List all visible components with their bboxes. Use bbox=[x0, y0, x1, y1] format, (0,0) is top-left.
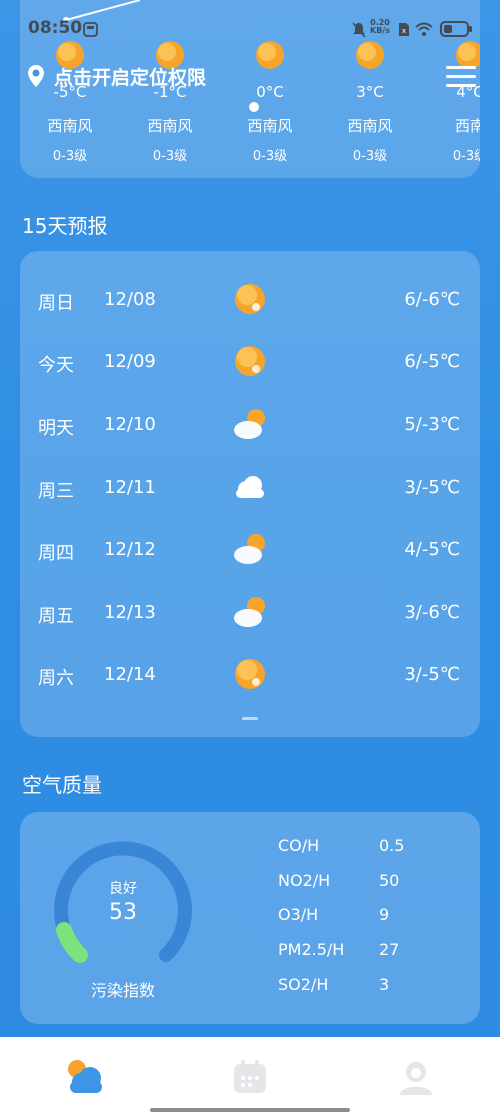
aqi-caption: 污染指数 bbox=[90, 981, 155, 1000]
hour-wind: 西南 bbox=[454, 117, 480, 135]
sun-icon bbox=[235, 284, 265, 314]
aq-metric-row: NO2/H 50 bbox=[278, 871, 478, 895]
menu-icon-line bbox=[446, 75, 476, 78]
partly-cloudy-icon bbox=[234, 597, 265, 627]
menu-button[interactable] bbox=[446, 66, 476, 88]
hour-wind-level: 0-3级 bbox=[152, 149, 188, 164]
nav-profile[interactable] bbox=[396, 1057, 436, 1097]
hour-wind-level: 0-3级 bbox=[352, 149, 388, 164]
hour-wind: 西南风 bbox=[147, 117, 193, 135]
calendar-icon bbox=[234, 1060, 266, 1093]
forecast-temp-range: 3/-6℃ bbox=[404, 602, 460, 623]
forecast-temp-range: 5/-3℃ bbox=[404, 414, 460, 435]
location-label: 点击开启定位权限 bbox=[54, 66, 207, 89]
forecast-temp-range: 3/-5℃ bbox=[404, 664, 460, 685]
aq-metric-value: 0.5 bbox=[379, 836, 405, 855]
profile-icon bbox=[400, 1062, 432, 1095]
forecast-day: 周五 bbox=[38, 606, 74, 627]
forecast-day: 周四 bbox=[38, 543, 74, 564]
hour-wind: 西南风 bbox=[247, 117, 293, 135]
hour-wind: 西南风 bbox=[347, 117, 393, 135]
menu-icon bbox=[446, 66, 476, 69]
aq-metric-name: NO2/H bbox=[278, 871, 331, 890]
aq-metric-value: 50 bbox=[379, 871, 400, 890]
forecast-date: 12/10 bbox=[104, 414, 156, 435]
forecast-date: 12/08 bbox=[104, 289, 156, 310]
forecast-date: 12/14 bbox=[104, 664, 156, 685]
aq-metric-value: 3 bbox=[379, 975, 390, 994]
hour-temp: 0°C bbox=[256, 83, 284, 101]
forecast-day: 明天 bbox=[38, 418, 74, 439]
sun-icon bbox=[235, 659, 265, 689]
aq-metric-name: CO/H bbox=[278, 836, 320, 855]
menu-icon-line bbox=[446, 84, 476, 87]
hour-wind-level: 0-3级 bbox=[52, 149, 88, 164]
aq-metric-row: SO2/H 3 bbox=[278, 975, 478, 999]
air-quality-card: 良好 53 污染指数 CO/H 0.5 NO2/H 50 O3/H 9 PM2.… bbox=[20, 812, 480, 1024]
air-quality-title: 空气质量 bbox=[22, 773, 102, 797]
forecast-day: 周六 bbox=[38, 668, 74, 689]
aqi-value: 53 bbox=[109, 900, 137, 925]
aq-metric-name: PM2.5/H bbox=[278, 940, 345, 959]
partly-cloudy-icon bbox=[234, 534, 265, 564]
forecast-row: 周三 12/11 3/-5℃ bbox=[20, 467, 480, 507]
sun-icon bbox=[235, 346, 265, 376]
hour-wind-level: 0-3级 bbox=[252, 149, 288, 164]
forecast-temp-range: 3/-5℃ bbox=[404, 477, 460, 498]
sun-icon bbox=[256, 41, 284, 69]
forecast-temp-range: 6/-5℃ bbox=[404, 351, 460, 372]
forecast-row: 周五 12/13 3/-6℃ bbox=[20, 592, 480, 632]
forecast-title: 15天预报 bbox=[22, 214, 108, 238]
cloud-icon bbox=[236, 476, 264, 498]
location-permission-link[interactable]: 点击开启定位权限 bbox=[26, 62, 206, 90]
aq-metric-row: O3/H 9 bbox=[278, 905, 478, 929]
forecast-card[interactable]: 周日 12/08 6/-6℃ 今天 12/09 6/-5℃ 明天 12/10 5… bbox=[20, 251, 480, 737]
aq-metric-row: CO/H 0.5 bbox=[278, 836, 478, 860]
aq-metric-name: O3/H bbox=[278, 905, 319, 924]
forecast-day: 周三 bbox=[38, 481, 74, 502]
aq-metric-name: SO2/H bbox=[278, 975, 329, 994]
forecast-date: 12/13 bbox=[104, 602, 156, 623]
forecast-date: 12/12 bbox=[104, 539, 156, 560]
partly-cloudy-icon bbox=[234, 409, 265, 439]
forecast-temp-range: 4/-5℃ bbox=[404, 539, 460, 560]
weather-tab-icon bbox=[68, 1060, 102, 1093]
aq-metric-value: 9 bbox=[379, 905, 390, 924]
forecast-row: 明天 12/10 5/-3℃ bbox=[20, 404, 480, 444]
forecast-day: 今天 bbox=[38, 355, 74, 376]
forecast-row: 周四 12/12 4/-5℃ bbox=[20, 529, 480, 569]
scroll-indicator-dot bbox=[249, 102, 259, 112]
forecast-date: 12/11 bbox=[104, 477, 156, 498]
hour-wind: 西南风 bbox=[47, 117, 93, 135]
forecast-row: 周六 12/14 3/-5℃ bbox=[20, 654, 480, 694]
forecast-row: 周日 12/08 6/-6℃ bbox=[20, 279, 480, 319]
nav-calendar[interactable] bbox=[230, 1057, 270, 1097]
home-indicator[interactable] bbox=[150, 1108, 350, 1112]
hour-wind-level: 0-3级 bbox=[452, 149, 480, 164]
aq-metric-row: PM2.5/H 27 bbox=[278, 940, 478, 964]
forecast-day: 周日 bbox=[38, 293, 74, 314]
aqi-level: 良好 bbox=[109, 881, 137, 897]
forecast-row: 今天 12/09 6/-5℃ bbox=[20, 341, 480, 381]
nav-weather[interactable] bbox=[64, 1057, 104, 1097]
sun-icon bbox=[356, 41, 384, 69]
aq-metric-value: 27 bbox=[379, 940, 400, 959]
forecast-date: 12/09 bbox=[104, 351, 156, 372]
bottom-navigation bbox=[0, 1037, 500, 1115]
scroll-hint bbox=[242, 717, 258, 720]
location-pin-icon bbox=[28, 65, 44, 87]
hour-temp: 3°C bbox=[356, 83, 384, 101]
forecast-temp-range: 6/-6℃ bbox=[404, 289, 460, 310]
